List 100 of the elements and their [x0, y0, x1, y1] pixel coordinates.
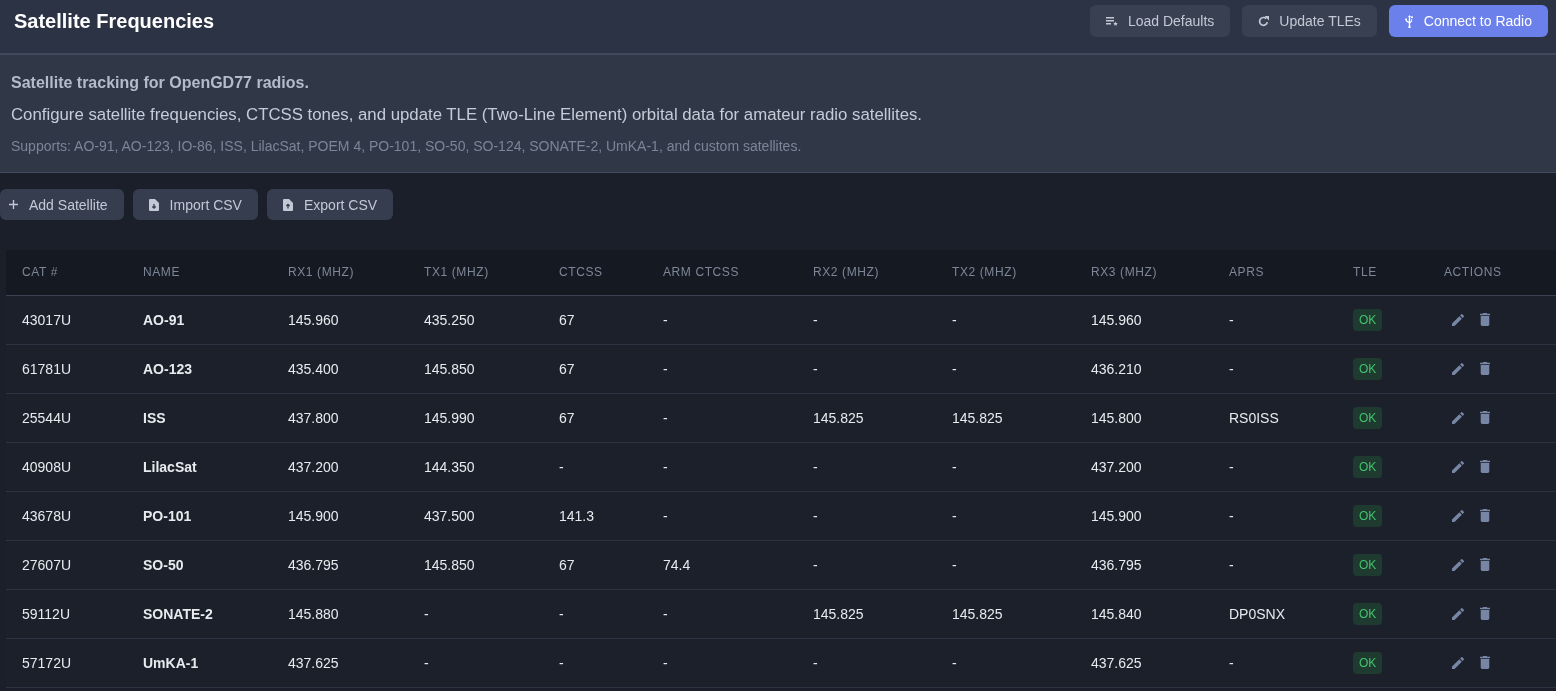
table-cell: -	[543, 589, 647, 638]
table-cell: 61781U	[6, 344, 127, 393]
toolbar-button[interactable]: Export CSV	[266, 189, 394, 220]
toolbar-button[interactable]: Add Satellite	[0, 189, 124, 220]
satellite-name: SONATE-2	[127, 589, 272, 638]
table-cell: 145.960	[1075, 295, 1213, 344]
file-arrow-icon	[148, 198, 159, 211]
satellite-name: LilacSat	[127, 442, 272, 491]
column-header: RX2 (MHZ)	[797, 250, 936, 295]
delete-button[interactable]	[1480, 411, 1490, 424]
edit-button[interactable]	[1452, 607, 1464, 620]
column-header: CAT #	[6, 250, 127, 295]
satellite-name: AO-123	[127, 344, 272, 393]
pencil-icon	[1452, 460, 1464, 473]
table-cell: -	[543, 638, 647, 687]
satellite-name: ISS	[127, 393, 272, 442]
delete-button[interactable]	[1480, 509, 1490, 522]
table-cell: 436.795	[1075, 540, 1213, 589]
table-cell: -	[797, 540, 936, 589]
table-cell: 67	[543, 295, 647, 344]
table-cell: -	[647, 393, 797, 442]
table-cell: -	[1213, 295, 1337, 344]
plus-icon	[9, 200, 18, 209]
trash-icon	[1480, 362, 1490, 375]
trash-icon	[1480, 460, 1490, 473]
column-header: APRS	[1213, 250, 1337, 295]
edit-button[interactable]	[1452, 460, 1464, 473]
table-cell: 27607U	[6, 540, 127, 589]
column-header: ACTIONS	[1428, 250, 1556, 295]
page-title: Satellite Frequencies	[14, 9, 215, 34]
pencil-icon	[1452, 509, 1464, 522]
table-cell: 435.400	[272, 344, 408, 393]
usb-icon	[1404, 14, 1414, 28]
toolbar-button[interactable]: Import CSV	[132, 189, 258, 220]
table-cell: 145.825	[936, 589, 1075, 638]
delete-button[interactable]	[1480, 607, 1490, 620]
table-cell: 145.825	[797, 589, 936, 638]
status-badge: OK	[1353, 553, 1383, 576]
header-button[interactable]: Load Defaults	[1089, 5, 1231, 37]
table-cell: 436.795	[272, 540, 408, 589]
edit-button[interactable]	[1452, 313, 1464, 326]
edit-button[interactable]	[1452, 558, 1464, 571]
table-cell: -	[1213, 344, 1337, 393]
delete-button[interactable]	[1480, 362, 1490, 375]
pencil-icon	[1452, 558, 1464, 571]
trash-icon	[1480, 558, 1490, 571]
satellite-name: SO-50	[127, 540, 272, 589]
column-header: CTCSS	[543, 250, 647, 295]
status-badge: OK	[1353, 357, 1383, 380]
pencil-icon	[1452, 362, 1464, 375]
table-cell: 67	[543, 393, 647, 442]
column-header: RX1 (MHZ)	[272, 250, 408, 295]
status-badge: OK	[1353, 308, 1383, 331]
table-cell: -	[1213, 540, 1337, 589]
column-header: NAME	[127, 250, 272, 295]
table-cell: 145.990	[408, 393, 543, 442]
table-cell: 145.825	[797, 393, 936, 442]
edit-button[interactable]	[1452, 509, 1464, 522]
table-cell: 145.900	[1075, 491, 1213, 540]
table-cell: -	[936, 540, 1075, 589]
table-cell: 437.625	[272, 638, 408, 687]
table-cell: -	[647, 589, 797, 638]
table-cell: 40908U	[6, 442, 127, 491]
table-cell: -	[408, 638, 543, 687]
table-cell: 437.500	[408, 491, 543, 540]
edit-button[interactable]	[1452, 656, 1464, 669]
table-cell: -	[408, 589, 543, 638]
delete-button[interactable]	[1480, 558, 1490, 571]
primary-button[interactable]: Connect to Radio	[1388, 5, 1548, 37]
table-cell: -	[936, 638, 1075, 687]
edit-button[interactable]	[1452, 411, 1464, 424]
table-cell: 43017U	[6, 295, 127, 344]
table-cell: 435.250	[408, 295, 543, 344]
trash-icon	[1480, 411, 1490, 424]
table-cell: -	[797, 638, 936, 687]
table-cell: RS0ISS	[1213, 393, 1337, 442]
table-cell: DP0SNX	[1213, 589, 1337, 638]
table-cell: 145.850	[408, 344, 543, 393]
table-cell: 437.200	[1075, 442, 1213, 491]
edit-button[interactable]	[1452, 362, 1464, 375]
info-description: Configure satellite frequencies, CTCSS tones, and update TLE (Two-Line Element) orbital data for amateur radio satellites.	[11, 104, 923, 126]
table-cell: 67	[543, 540, 647, 589]
column-header: ARM CTCSS	[647, 250, 797, 295]
table-cell: 43678U	[6, 491, 127, 540]
delete-button[interactable]	[1480, 460, 1490, 473]
status-badge: OK	[1353, 602, 1383, 625]
table-cell: 145.840	[1075, 589, 1213, 638]
table-cell: 141.3	[543, 491, 647, 540]
header-button[interactable]: Update TLEs	[1242, 5, 1377, 37]
table-cell: -	[1213, 442, 1337, 491]
file-arrow-icon	[282, 198, 293, 211]
column-header: TX1 (MHZ)	[408, 250, 543, 295]
table-cell: 74.4	[647, 540, 797, 589]
table-cell: -	[797, 442, 936, 491]
table-cell: 57172U	[6, 638, 127, 687]
delete-button[interactable]	[1480, 656, 1490, 669]
table-cell: -	[797, 295, 936, 344]
table-cell: 145.850	[408, 540, 543, 589]
delete-button[interactable]	[1480, 313, 1490, 326]
table-cell: 436.210	[1075, 344, 1213, 393]
